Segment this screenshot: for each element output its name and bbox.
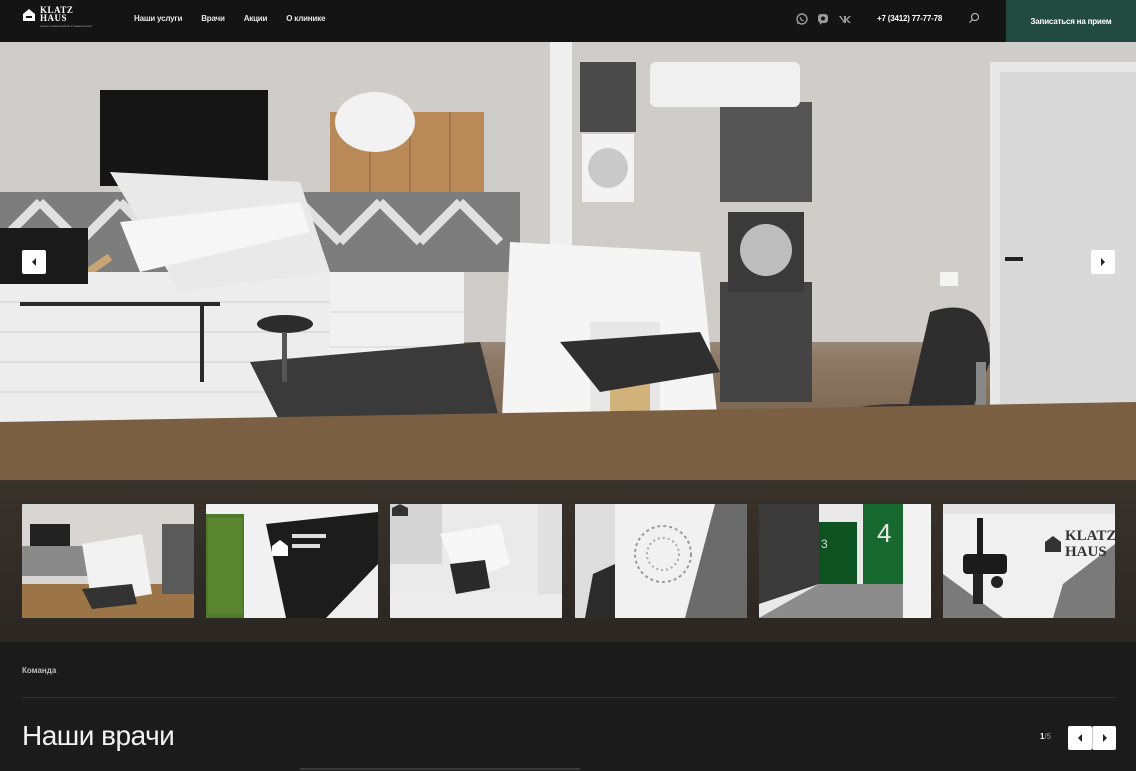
- thumbnail-5[interactable]: 4 3: [759, 504, 931, 618]
- logo-text-klatz: KLATZ: [1065, 528, 1115, 544]
- chevron-right-icon: [1102, 734, 1107, 742]
- pager-total: /5: [1044, 732, 1052, 741]
- nav-item-promotions[interactable]: Акции: [244, 14, 268, 23]
- gallery-thumbnails: 4 3 KLATZ HAUS: [0, 480, 1136, 642]
- section-divider: [22, 697, 1115, 698]
- team-section: Команда Наши врачи 1/5: [0, 642, 1136, 771]
- hero-image: [0, 42, 1136, 480]
- phone-link[interactable]: +7 (3412) 77-77-78: [877, 14, 942, 23]
- logo-subtitle: центр клинической стоматологии: [40, 24, 93, 28]
- viber-icon[interactable]: [817, 12, 829, 25]
- chevron-left-icon: [1078, 734, 1082, 742]
- thumbnail-2[interactable]: [206, 504, 378, 618]
- pager-counter: 1/5: [1040, 732, 1051, 741]
- door-number-4: 4: [877, 518, 891, 548]
- social-links: [796, 12, 851, 25]
- content-edge: [300, 768, 580, 770]
- thumbnail-1[interactable]: [22, 504, 194, 618]
- nav-item-services[interactable]: Наши услуги: [134, 14, 182, 23]
- thumbnail-4[interactable]: [575, 504, 747, 618]
- door-number-3: 3: [821, 537, 828, 551]
- logo-line2: HAUS: [40, 13, 68, 23]
- section-title: Наши врачи: [22, 720, 175, 751]
- book-appointment-button[interactable]: Записаться на прием: [1006, 0, 1136, 42]
- site-header: KLATZ HAUS центр клинической стоматологи…: [0, 0, 1136, 42]
- nav-item-about[interactable]: О клинике: [286, 14, 325, 23]
- logo[interactable]: KLATZ HAUS центр клинической стоматологи…: [22, 6, 92, 28]
- thumbnail-6[interactable]: KLATZ HAUS: [943, 504, 1115, 618]
- vk-icon[interactable]: [838, 12, 851, 24]
- logo-text-haus: HAUS: [1065, 544, 1107, 560]
- chevron-left-icon: [32, 258, 36, 266]
- search-icon[interactable]: [968, 12, 980, 24]
- main-nav: Наши услуги Врачи Акции О клинике: [134, 14, 325, 23]
- section-label: Команда: [22, 666, 57, 675]
- doctors-prev-button[interactable]: [1068, 726, 1092, 750]
- thumbnail-3[interactable]: [390, 504, 562, 618]
- chevron-right-icon: [1101, 258, 1105, 266]
- hero-next-button[interactable]: [1091, 250, 1115, 274]
- hero-slider: [0, 42, 1136, 480]
- hero-prev-button[interactable]: [22, 250, 46, 274]
- nav-item-doctors[interactable]: Врачи: [201, 14, 225, 23]
- house-logo-icon: [23, 9, 35, 21]
- whatsapp-icon[interactable]: [796, 12, 808, 25]
- doctors-next-button[interactable]: [1092, 726, 1116, 750]
